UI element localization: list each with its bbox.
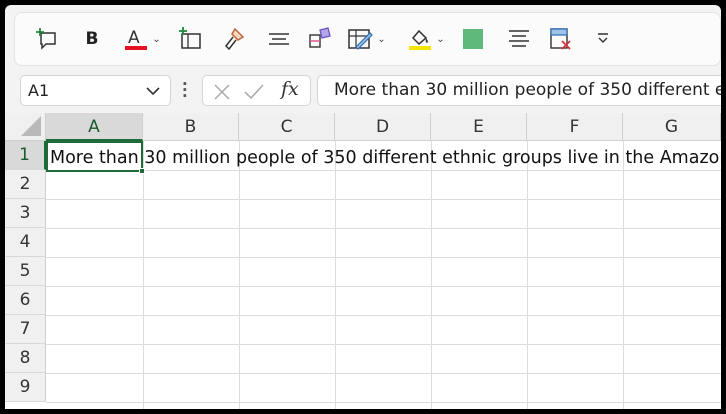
fill-color-icon [409, 29, 432, 50]
row-header-5[interactable]: 5 [5, 257, 46, 286]
format-painter-icon [225, 27, 245, 51]
column-header-e[interactable]: E [431, 113, 527, 141]
gridline [46, 257, 721, 258]
gridline [239, 141, 240, 409]
gridline [143, 141, 144, 409]
column-header-g[interactable]: G [623, 113, 721, 141]
gridline [46, 402, 721, 403]
chevron-down-icon: ⌄ [377, 33, 386, 45]
gridline [46, 344, 721, 345]
row-header-4[interactable]: 4 [5, 228, 46, 257]
column-header-c[interactable]: C [239, 113, 335, 141]
bold-button[interactable]: B [79, 25, 105, 53]
insert-cells-icon [179, 27, 201, 49]
gridline [46, 199, 721, 200]
format-cells-icon [309, 27, 331, 48]
gridline [46, 315, 721, 316]
svg-text:A: A [128, 28, 140, 48]
gridline [46, 170, 721, 171]
conditional-format-button[interactable]: ⌄ [343, 25, 389, 53]
formula-controls: fx [202, 75, 311, 106]
fill-handle[interactable] [139, 168, 145, 174]
gridline [431, 141, 432, 409]
row-header-3[interactable]: 3 [5, 199, 46, 228]
formula-input[interactable]: More than 30 million people of 350 diffe… [317, 75, 721, 106]
row-header-8[interactable]: 8 [5, 344, 46, 373]
column-header-a[interactable]: A [46, 113, 143, 141]
check-icon[interactable] [243, 83, 265, 101]
center-lines-icon [509, 30, 529, 47]
insert-cells-button[interactable] [175, 25, 205, 53]
overflow-caret-icon [598, 33, 608, 43]
more-vertical-icon[interactable]: · · · [182, 77, 188, 104]
more-options-button[interactable] [591, 25, 615, 53]
center-align-button[interactable] [505, 25, 533, 53]
column-header-d[interactable]: D [335, 113, 431, 141]
delete-cells-button[interactable] [547, 25, 575, 53]
chevron-down-icon[interactable] [144, 82, 162, 100]
gridline [46, 228, 721, 229]
delete-cells-icon [550, 28, 571, 50]
comment-add-icon [36, 28, 56, 50]
gridline [335, 141, 336, 409]
green-swatch-icon [463, 29, 483, 49]
font-color-button[interactable]: A ⌄ [119, 25, 165, 53]
gridline [46, 373, 721, 374]
column-header-b[interactable]: B [143, 113, 239, 141]
chevron-down-icon: ⌄ [152, 33, 161, 45]
font-color-icon: A [125, 28, 148, 50]
spreadsheet-grid: A B C D E F G 1 2 3 4 5 6 7 8 9 More tha… [5, 113, 721, 409]
select-all-button[interactable] [5, 113, 46, 141]
insert-function-button[interactable]: fx [281, 78, 299, 100]
column-header-f[interactable]: F [527, 113, 623, 141]
conditional-format-icon [348, 29, 374, 50]
row-header-2[interactable]: 2 [5, 170, 46, 199]
chevron-down-icon: ⌄ [436, 33, 445, 45]
new-comment-button[interactable] [33, 25, 61, 53]
color-swatch-button[interactable] [459, 25, 487, 53]
ribbon-toolbar: B A ⌄ ⌄ ⌄ [14, 12, 721, 66]
row-header-7[interactable]: 7 [5, 315, 46, 344]
cancel-icon[interactable] [212, 82, 232, 102]
bold-icon: B [85, 29, 99, 49]
active-cell-border [46, 141, 143, 172]
align-center-button[interactable] [265, 25, 293, 53]
row-header-9[interactable]: 9 [5, 373, 46, 402]
select-all-icon [21, 116, 41, 136]
format-painter-button[interactable] [219, 25, 249, 53]
cell-a1[interactable]: More than 30 million people of 350 diffe… [50, 146, 721, 170]
gridline [623, 141, 624, 409]
name-box-value: A1 [28, 81, 50, 100]
gridline [46, 286, 721, 287]
row-header-1[interactable]: 1 [5, 141, 46, 170]
format-cells-button[interactable] [305, 25, 335, 53]
align-center-icon [269, 33, 289, 45]
name-box[interactable]: A1 [20, 75, 171, 106]
gridline [527, 141, 528, 409]
fill-color-button[interactable]: ⌄ [403, 25, 449, 53]
row-header-6[interactable]: 6 [5, 286, 46, 315]
